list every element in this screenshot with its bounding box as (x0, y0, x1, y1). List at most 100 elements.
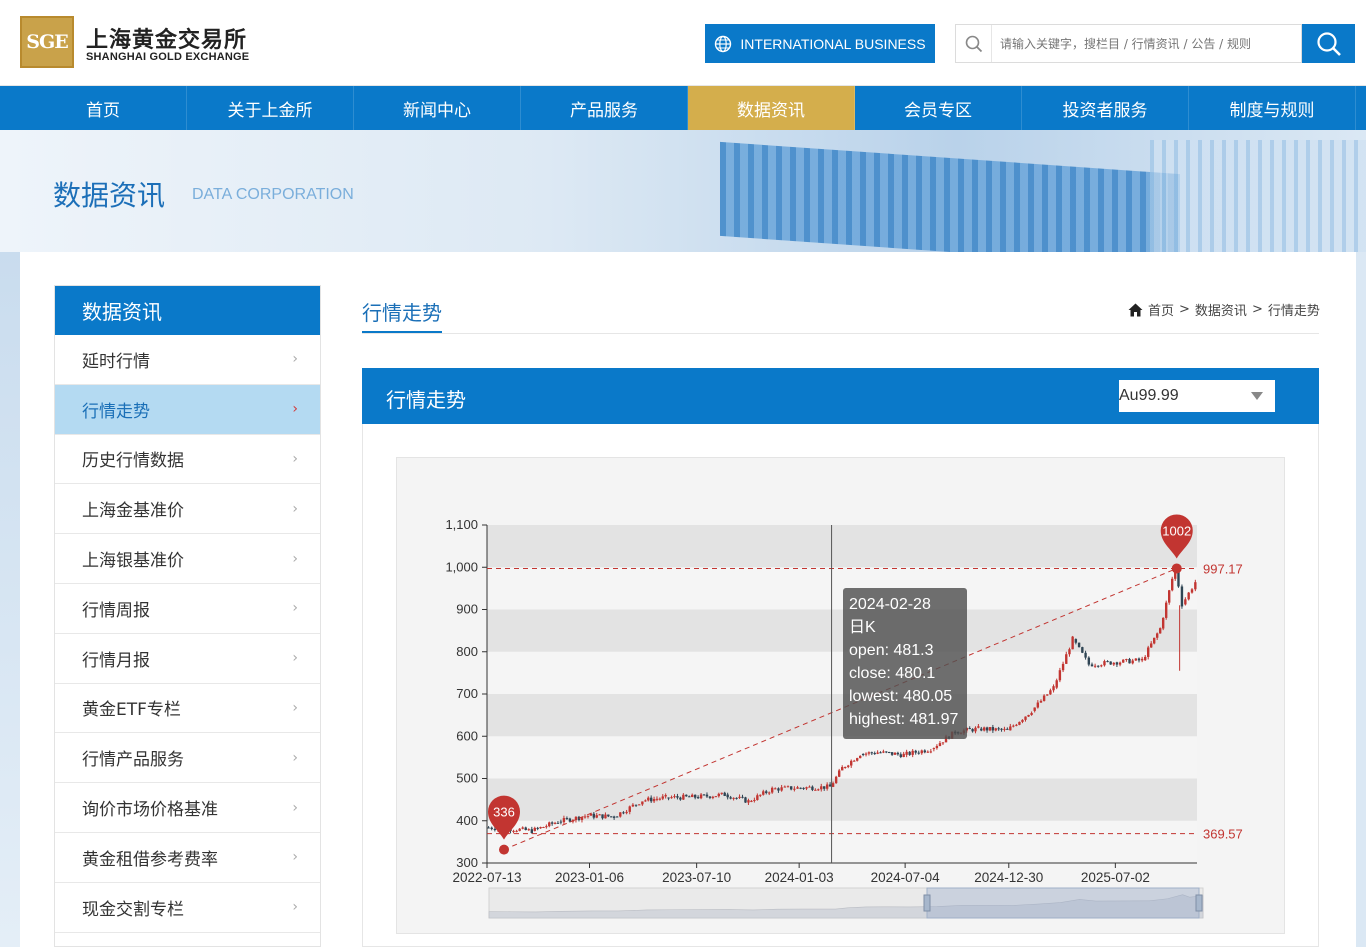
sidebar-item-history-data[interactable]: 历史行情数据 › (55, 435, 320, 485)
candle (550, 822, 554, 824)
candle (1180, 586, 1184, 607)
candle (726, 794, 729, 798)
nav-members[interactable]: 会员专区 (855, 86, 1022, 130)
candle (1190, 589, 1194, 593)
breadcrumb-home[interactable]: 首页 (1148, 300, 1174, 319)
candle (735, 797, 738, 799)
candle (1036, 702, 1040, 708)
sidebar-item-weekly-report[interactable]: 行情周报 › (55, 584, 320, 634)
candle (1125, 658, 1128, 660)
candle (1115, 662, 1119, 665)
min-mark-pin-label: 336 (493, 805, 515, 820)
candle (823, 786, 826, 789)
candle (673, 796, 676, 798)
logo-chinese-name[interactable]: 上海黄金交易所 (86, 22, 247, 54)
chevron-right-icon: › (292, 849, 298, 866)
candle (825, 784, 829, 789)
candle (1081, 647, 1084, 653)
candle (667, 797, 670, 799)
sidebar-item-monthly-report[interactable]: 行情月报 › (55, 634, 320, 684)
nav-about[interactable]: 关于上金所 (187, 86, 354, 130)
candle (914, 750, 917, 753)
sidebar-item-label: 行情产品服务 (82, 750, 184, 771)
candle (493, 829, 497, 831)
nav-home[interactable]: 首页 (20, 86, 187, 130)
candle (607, 814, 610, 817)
sidebar-item-cash-delivery[interactable]: 现金交割专栏 › (55, 883, 320, 933)
grid-band (487, 567, 1197, 610)
sidebar-item-label: 询价市场价格基准 (82, 800, 218, 821)
datazoom-handle-right (1195, 894, 1203, 912)
x-tick-label: 2022-07-13 (452, 870, 521, 885)
sge-logo[interactable]: SGE (20, 16, 74, 68)
candle (885, 751, 888, 753)
page-title: 行情走势 (362, 301, 442, 325)
candle (1144, 656, 1147, 661)
candle (1184, 599, 1187, 605)
candle (1106, 661, 1109, 663)
breadcrumb: 首页 > 数据资讯 > 行情走势 (1128, 300, 1320, 319)
candle (1140, 658, 1144, 661)
candle (545, 826, 548, 828)
candle (676, 796, 679, 798)
candle (714, 796, 718, 798)
candle (559, 821, 563, 823)
candle (619, 812, 622, 817)
sidebar-item-silver-benchmark[interactable]: 上海银基准价 › (55, 534, 320, 584)
candle (641, 801, 644, 805)
nav-news[interactable]: 新闻中心 (354, 86, 521, 130)
x-tick-label: 2023-01-06 (555, 870, 624, 885)
sidebar-item-delayed-quotes[interactable]: 延时行情 › (55, 335, 320, 385)
candle (774, 788, 777, 790)
candle (876, 752, 879, 754)
sidebar-item-market-products[interactable]: 行情产品服务 › (55, 733, 320, 784)
candle (864, 753, 868, 755)
candle (625, 811, 628, 814)
candle (487, 827, 490, 829)
candle (524, 827, 527, 831)
candlestick-chart[interactable]: 300 400 500 600 700 800 900 1,000 1,100 2022-07-1… (397, 458, 1286, 935)
datazoom-handle-left (923, 894, 931, 912)
product-select[interactable]: Au99.99 (1119, 380, 1275, 412)
chevron-right-icon: › (292, 650, 298, 667)
logo-english-name: SHANGHAI GOLD EXCHANGE (86, 51, 250, 63)
nav-investors[interactable]: 投资者服务 (1022, 86, 1189, 130)
candle (717, 793, 720, 797)
candle (887, 751, 891, 753)
candle (615, 816, 619, 818)
home-icon (1128, 303, 1143, 316)
search-button[interactable] (1302, 24, 1355, 63)
candle (583, 816, 587, 818)
candle (661, 796, 664, 799)
international-business-button[interactable]: INTERNATIONAL BUSINESS (705, 24, 935, 63)
candle (699, 794, 703, 799)
candle (808, 786, 811, 788)
candle (670, 797, 673, 799)
candle (935, 746, 939, 749)
candle (586, 815, 590, 817)
candle (705, 794, 709, 797)
sidebar-item-inquiry-benchmark[interactable]: 询价市场价格基准 › (55, 783, 320, 833)
breadcrumb-data[interactable]: 数据资讯 (1195, 300, 1247, 319)
nav-rules[interactable]: 制度与规则 (1189, 86, 1356, 130)
candle (604, 814, 607, 819)
candle (768, 792, 771, 794)
sidebar-item-lease-rates[interactable]: 黄金租借参考费率 › (55, 833, 320, 883)
datazoom-window (926, 887, 1200, 919)
sidebar-item-gold-etf[interactable]: 黄金ETF专栏 › (55, 684, 320, 734)
candle (1090, 664, 1094, 667)
y-tick-label: 400 (456, 813, 478, 828)
candle (750, 800, 753, 802)
candle (622, 812, 625, 814)
sidebar-item-market-trend[interactable]: 行情走势 › (55, 384, 320, 435)
candle (920, 750, 923, 754)
chevron-right-icon: › (292, 351, 298, 368)
chevron-right-icon: › (292, 550, 298, 567)
tooltip-close: close: 480.1 (849, 665, 936, 682)
search-input[interactable] (992, 25, 1301, 62)
nav-products[interactable]: 产品服务 (521, 86, 688, 130)
chart-container[interactable]: 300 400 500 600 700 800 900 1,000 1,100 2022-07-1… (396, 457, 1285, 934)
nav-data[interactable]: 数据资讯 (688, 86, 855, 130)
sidebar-item-gold-benchmark[interactable]: 上海金基准价 › (55, 484, 320, 535)
candle (802, 787, 805, 789)
